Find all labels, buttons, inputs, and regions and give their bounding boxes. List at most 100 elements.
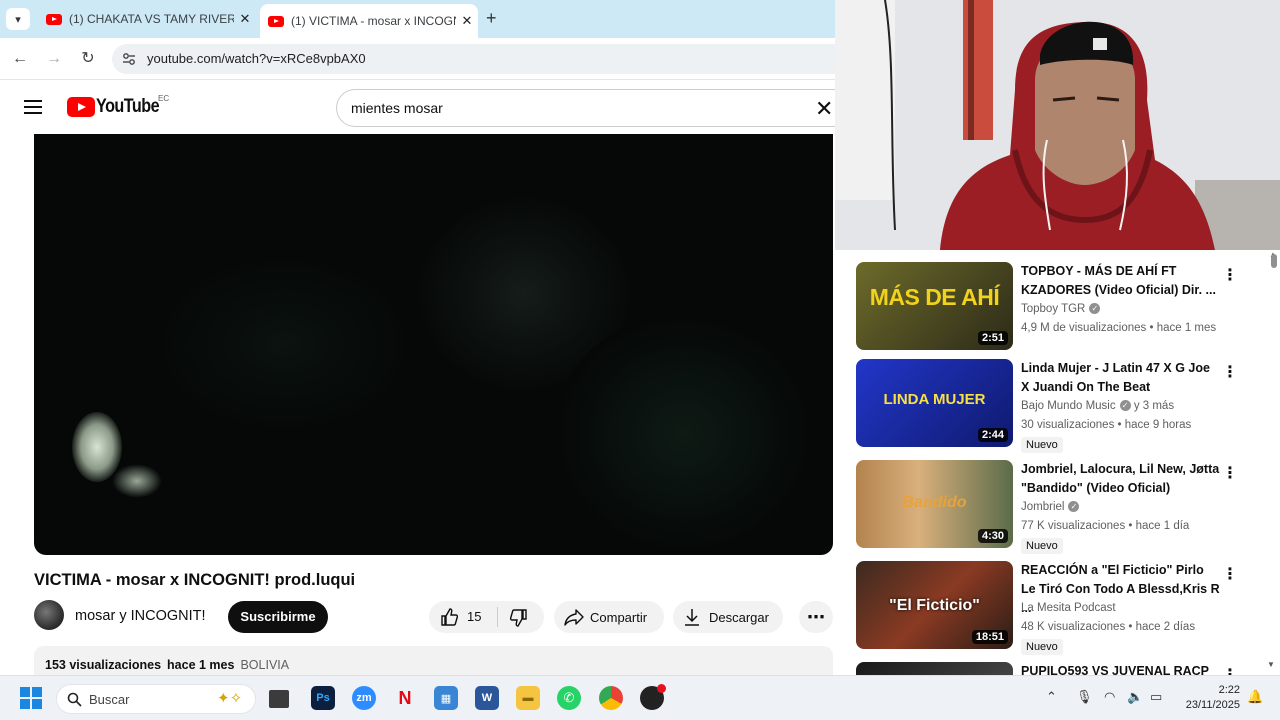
recommendations-sidebar: ▲ MÁS DE AHÍ 2:51 TOPBOY - MÁS DE AHÍ FT… bbox=[835, 250, 1280, 675]
verified-icon: ✓ bbox=[1089, 303, 1101, 315]
share-button[interactable]: Compartir bbox=[554, 601, 664, 633]
like-icon[interactable] bbox=[439, 607, 459, 627]
view-count: 153 visualizaciones bbox=[45, 658, 162, 672]
more-actions-button[interactable]: ⋯ bbox=[799, 601, 833, 633]
close-tab-icon[interactable]: ✕ bbox=[234, 11, 256, 27]
browser-tab-2[interactable]: (1) VICTIMA - mosar x INCOGNI ✕ bbox=[260, 4, 478, 38]
more-options-icon[interactable]: ⋮ bbox=[1222, 463, 1238, 483]
recommendation-card[interactable]: Bandido 4:30 Jombriel, Lalocura, Lil New… bbox=[856, 460, 1256, 554]
scrollbar-thumb[interactable] bbox=[1271, 254, 1277, 268]
video-thumbnail[interactable] bbox=[856, 662, 1013, 675]
zoom-icon[interactable]: zm bbox=[352, 686, 376, 710]
browser-tab-bar: ▾ (1) CHAKATA VS TAMY RIVERA ✕ (1) VICTI… bbox=[0, 0, 835, 38]
notification-bell-icon[interactable]: 🔔 bbox=[1247, 689, 1263, 705]
clock-date: 23/11/2025 bbox=[1185, 699, 1240, 711]
taskbar-search-input[interactable]: Buscar ✦✧ bbox=[56, 684, 256, 714]
video-title[interactable]: PUPILO593 VS JUVENAL RACP bbox=[1021, 662, 1221, 675]
video-thumbnail[interactable]: "El Ficticio" 18:51 bbox=[856, 561, 1013, 649]
location-tag[interactable]: BOLIVIA bbox=[240, 658, 289, 672]
search-icon bbox=[67, 692, 82, 707]
copilot-sparkle-icon[interactable]: ✦✧ bbox=[217, 689, 242, 707]
windows-start-icon[interactable] bbox=[20, 687, 42, 709]
recommendation-card[interactable]: PUPILO593 VS JUVENAL RACP ⋮ bbox=[856, 662, 1256, 675]
recommendation-card[interactable]: MÁS DE AHÍ 2:51 TOPBOY - MÁS DE AHÍ FT K… bbox=[856, 262, 1256, 354]
video-thumbnail[interactable]: LINDA MUJER 2:44 bbox=[856, 359, 1013, 447]
reload-icon[interactable]: ↻ bbox=[77, 48, 99, 70]
video-title[interactable]: Linda Mujer - J Latin 47 X G Joe X Juand… bbox=[1021, 359, 1221, 397]
tab-search-dropdown-icon[interactable]: ▾ bbox=[6, 8, 30, 30]
subscribe-button[interactable]: Suscribirme bbox=[228, 601, 328, 633]
url-text: youtube.com/watch?v=xRCe8vpbAX0 bbox=[147, 51, 366, 66]
like-dislike-segment: 15 bbox=[429, 601, 544, 633]
task-view-icon[interactable] bbox=[269, 690, 289, 708]
more-options-icon[interactable]: ⋮ bbox=[1222, 265, 1238, 285]
volume-icon[interactable]: 🔈 bbox=[1127, 689, 1143, 705]
thumbnail-text: Bandido bbox=[902, 494, 967, 511]
clear-search-icon[interactable]: ✕ bbox=[815, 96, 833, 122]
browser-toolbar: ← → ↻ youtube.com/watch?v=xRCe8vpbAX0 bbox=[0, 38, 852, 80]
channel-avatar[interactable] bbox=[34, 600, 64, 630]
site-settings-icon[interactable] bbox=[122, 52, 136, 66]
video-title: VICTIMA - mosar x INCOGNIT! prod.luqui bbox=[34, 571, 356, 589]
upload-age: hace 1 mes bbox=[167, 658, 235, 672]
show-hidden-icons-icon[interactable]: ⌃ bbox=[1046, 689, 1057, 705]
video-frame-shape bbox=[554, 314, 814, 554]
whatsapp-icon[interactable]: ✆ bbox=[557, 686, 581, 710]
recommendation-card[interactable]: "El Ficticio" 18:51 REACCIÓN a "El Ficti… bbox=[856, 561, 1256, 655]
new-badge: Nuevo bbox=[1021, 639, 1063, 655]
wifi-icon[interactable]: ◠ bbox=[1104, 689, 1115, 705]
scroll-down-icon[interactable]: ▼ bbox=[1267, 660, 1275, 669]
video-thumbnail[interactable]: MÁS DE AHÍ 2:51 bbox=[856, 262, 1013, 350]
browser-tab-1[interactable]: (1) CHAKATA VS TAMY RIVERA ✕ bbox=[38, 0, 256, 38]
more-options-icon[interactable]: ⋮ bbox=[1222, 362, 1238, 382]
more-options-icon[interactable]: ⋮ bbox=[1222, 665, 1238, 675]
recommendation-card[interactable]: LINDA MUJER 2:44 Linda Mujer - J Latin 4… bbox=[856, 359, 1256, 453]
youtube-logo-icon[interactable] bbox=[67, 97, 95, 117]
search-input[interactable]: mientes mosar ✕ bbox=[336, 89, 836, 127]
search-query: mientes mosar bbox=[351, 100, 443, 116]
netflix-icon[interactable]: N bbox=[393, 686, 417, 710]
download-button[interactable]: Descargar bbox=[673, 601, 783, 633]
video-thumbnail[interactable]: Bandido 4:30 bbox=[856, 460, 1013, 548]
new-badge: Nuevo bbox=[1021, 437, 1063, 453]
share-label: Compartir bbox=[590, 609, 648, 625]
video-player[interactable] bbox=[34, 134, 833, 555]
webcam-overlay bbox=[835, 0, 1280, 250]
microphone-icon[interactable]: 🎙 bbox=[1076, 689, 1093, 705]
channel-name[interactable]: mosar y INCOGNIT! bbox=[75, 608, 206, 624]
chrome-icon[interactable] bbox=[599, 686, 623, 710]
word-icon[interactable]: W bbox=[475, 686, 499, 710]
duration-badge: 2:51 bbox=[977, 331, 1008, 345]
close-tab-icon[interactable]: ✕ bbox=[456, 13, 478, 29]
video-title[interactable]: TOPBOY - MÁS DE AHÍ FT KZADORES (Video O… bbox=[1021, 262, 1221, 300]
file-explorer-icon[interactable]: ▬ bbox=[516, 686, 540, 710]
channel-name[interactable]: Bajo Mundo Music ✓ y 3 más bbox=[1021, 400, 1174, 412]
channel-name[interactable]: La Mesita Podcast bbox=[1021, 602, 1116, 614]
forward-icon[interactable]: → bbox=[43, 48, 65, 70]
system-clock[interactable]: 2:22 23/11/2025 bbox=[1176, 683, 1240, 713]
back-icon[interactable]: ← bbox=[9, 48, 31, 70]
thumbnail-text: LINDA MUJER bbox=[883, 391, 986, 408]
description-stats: 153 visualizaciones hace 1 mes BOLIVIA bbox=[45, 658, 289, 672]
channel-name[interactable]: Topboy TGR ✓ bbox=[1021, 303, 1101, 315]
battery-icon[interactable]: ▭ bbox=[1150, 689, 1162, 705]
video-meta: 48 K visualizaciones • hace 2 días bbox=[1021, 621, 1196, 633]
download-label: Descargar bbox=[709, 609, 769, 625]
duration-badge: 18:51 bbox=[971, 630, 1008, 644]
menu-icon[interactable] bbox=[24, 100, 42, 114]
new-badge: Nuevo bbox=[1021, 538, 1063, 554]
youtube-favicon-icon bbox=[268, 15, 284, 27]
like-count: 15 bbox=[467, 609, 482, 624]
dislike-icon[interactable] bbox=[509, 608, 529, 628]
microsoft-store-icon[interactable]: ▦ bbox=[434, 686, 458, 710]
photoshop-icon[interactable]: Ps bbox=[311, 686, 335, 710]
duration-badge: 2:44 bbox=[977, 428, 1008, 442]
video-meta: 30 visualizaciones • hace 9 horas bbox=[1021, 419, 1192, 431]
address-bar[interactable]: youtube.com/watch?v=xRCe8vpbAX0 bbox=[112, 44, 852, 74]
video-title[interactable]: Jombriel, Lalocura, Lil New, Jøtta "Band… bbox=[1021, 460, 1221, 498]
channel-name[interactable]: Jombriel ✓ bbox=[1021, 501, 1080, 513]
more-options-icon[interactable]: ⋮ bbox=[1222, 564, 1238, 584]
thumbnail-text: "El Ficticio" bbox=[889, 597, 980, 614]
youtube-logo-text[interactable]: YouTube bbox=[96, 96, 160, 118]
new-tab-button[interactable]: + bbox=[486, 8, 497, 29]
